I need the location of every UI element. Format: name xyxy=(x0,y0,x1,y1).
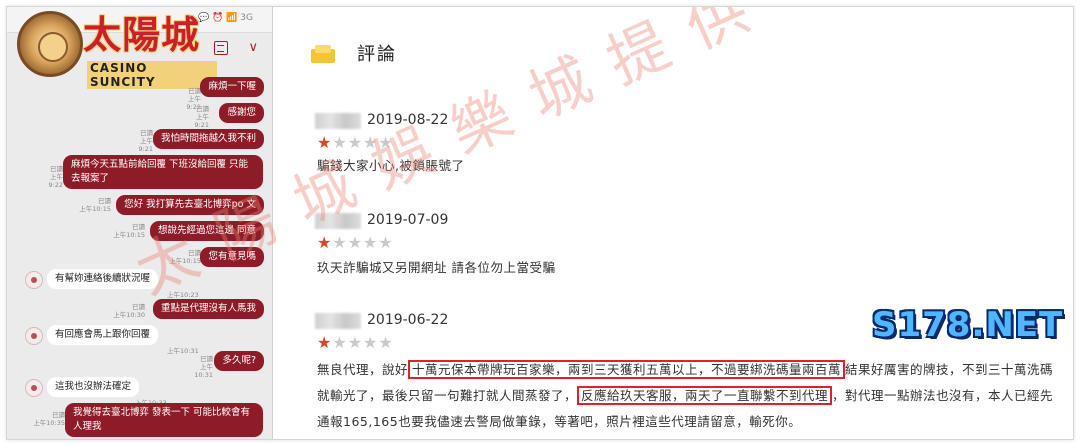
suncity-logo: 太陽城 CASINO SUNCITY xyxy=(17,11,217,89)
review-date: 2019-06-22 xyxy=(367,312,449,328)
message-meta: 已讀 上午10:30 xyxy=(113,303,145,319)
outgoing-message: 我怕時間拖越久我不利 xyxy=(152,129,264,149)
reviewer-name-blurred xyxy=(315,313,361,329)
reviews-section: 評論 2019-08-22 ★★★★★ 騙錢大家小心,被鎖賬號了 2019-07… xyxy=(307,7,1067,439)
avatar xyxy=(25,327,43,345)
review-date: 2019-07-09 xyxy=(367,212,449,228)
review-icon xyxy=(311,45,335,63)
avatar xyxy=(25,379,43,397)
outgoing-message: 感謝您 xyxy=(219,103,264,123)
reviewer-name-blurred xyxy=(315,113,361,129)
message-meta: 已讀 上午9:22 xyxy=(48,165,63,189)
outgoing-message: 重點是代理沒有人馬我 xyxy=(152,299,264,319)
message-meta: 已讀 上午10:35 xyxy=(33,411,65,427)
incoming-message: 這我也沒辦法確定 xyxy=(47,377,140,397)
message-meta: 已讀 上午10:15 xyxy=(169,249,201,265)
review-text-long: 無良代理，說好 十萬元保本帶牌玩百家樂，兩到三天獲利五萬以上，不過要綁洗碼量兩百萬… xyxy=(317,357,1057,435)
outgoing-message: 多久呢? xyxy=(214,351,264,371)
outgoing-message: 我覺得去臺北博弈 發表一下 可能比較會有人理我 xyxy=(65,403,263,437)
highlighted-claim: 十萬元保本帶牌玩百家樂，兩到三天獲利五萬以上，不過要綁洗碼量兩百萬 xyxy=(408,360,846,379)
incoming-message: 有幫妳連絡後續狀況喔 xyxy=(47,269,159,289)
chevron-down-icon[interactable]: ∨ xyxy=(248,40,258,55)
outgoing-message: 麻煩一下喔 xyxy=(200,77,264,97)
outgoing-message: 您有意見嗎 xyxy=(200,247,264,267)
star-rating: ★★★★★ xyxy=(317,233,394,252)
review-text: 玖天詐騙城又另開網址 請各位勿上當受騙 xyxy=(317,260,556,275)
message-meta: 已讀 上午10:31 xyxy=(194,355,213,379)
screenshot-frame: 💬 ⏰ 📶 3G ∨ 太陽城 CASINO SUNCITY 已讀 上午9:21 麻… xyxy=(6,6,1074,440)
sun-emblem-icon xyxy=(17,11,83,77)
message-meta: 已讀 上午10:15 xyxy=(113,223,145,239)
message-time: 上午10:23 xyxy=(167,291,199,299)
incoming-message-row: 有回應會馬上跟你回覆 上午10:31 xyxy=(25,325,225,355)
incoming-message-row: 這我也沒辦法確定 上午10:33 xyxy=(25,377,225,407)
star-rating: ★★★★★ xyxy=(317,333,394,352)
reviewer-name-blurred xyxy=(315,213,361,229)
message-meta: 已讀 上午9:21 xyxy=(138,129,153,153)
outgoing-message: 麻煩今天五點前給回覆 下班沒給回覆 只能去報案了 xyxy=(63,155,263,189)
review-date: 2019-08-22 xyxy=(367,112,449,128)
message-meta: 已讀 上午9:21 xyxy=(194,105,209,129)
chat-screenshot: 💬 ⏰ 📶 3G ∨ 太陽城 CASINO SUNCITY 已讀 上午9:21 麻… xyxy=(7,7,273,439)
highlighted-claim: 反應給玖天客服，兩天了一直聯繫不到代理 xyxy=(577,386,833,405)
star-rating: ★★★★★ xyxy=(317,133,394,152)
logo-title: 太陽城 xyxy=(83,12,201,57)
message-time: 上午10:31 xyxy=(167,347,199,355)
message-meta: 已讀 上午10:15 xyxy=(79,197,111,213)
avatar xyxy=(25,271,43,289)
review-text: 騙錢大家小心,被鎖賬號了 xyxy=(317,158,465,173)
s178-badge: S178.NET xyxy=(872,305,1064,345)
outgoing-message: 您好 我打算先去臺北博弈po 文 xyxy=(116,195,264,215)
reviews-heading: 評論 xyxy=(357,44,397,65)
outgoing-message: 想說先經過您這邊 同意 xyxy=(149,221,264,241)
review-text-part: 無良代理，說好 xyxy=(317,362,409,377)
incoming-message-row: 有幫妳連絡後續狀況喔 上午10:23 xyxy=(25,269,225,299)
logo-subtitle: CASINO SUNCITY xyxy=(87,61,217,89)
incoming-message: 有回應會馬上跟你回覆 xyxy=(47,325,159,345)
